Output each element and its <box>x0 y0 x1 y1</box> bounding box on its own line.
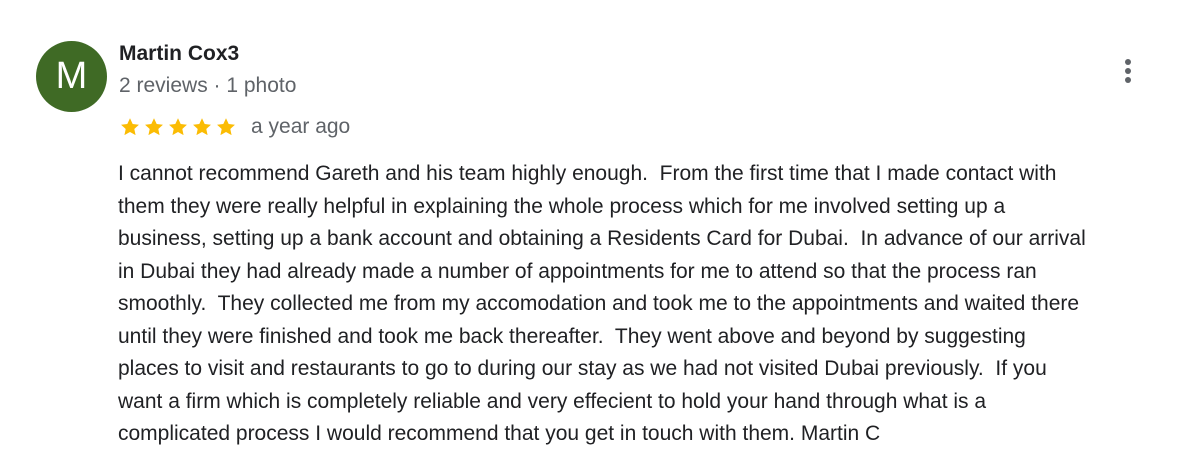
star-icon <box>217 118 235 136</box>
more-vert-icon <box>1125 59 1131 83</box>
star-icon <box>145 118 163 136</box>
star-rating <box>119 116 237 138</box>
review-text: I cannot recommend Gareth and his team h… <box>118 158 1193 451</box>
review-text-line: places to visit and restaurants to go to… <box>118 357 1047 380</box>
author-name[interactable]: Martin Cox3 <box>119 42 239 66</box>
review-card: M Martin Cox3 2 reviews · 1 photo a year… <box>0 0 1200 455</box>
review-text-line: them they were really helpful in explain… <box>118 194 1006 218</box>
more-options-button[interactable] <box>1112 52 1144 90</box>
review-text-line: business, setting up a bank account and … <box>118 227 1086 250</box>
author-meta[interactable]: 2 reviews · 1 photo <box>119 74 296 98</box>
review-text-line: until they were finished and took me bac… <box>118 324 1026 348</box>
review-time: a year ago <box>251 115 351 138</box>
review-text-line: complicated process I would recommend th… <box>118 422 881 445</box>
avatar[interactable]: M <box>36 41 107 112</box>
review-text-line: want a firm which is completely reliable… <box>118 389 987 413</box>
review-text-line: smoothly. They collected me from my acco… <box>118 292 1080 315</box>
review-text-line: I cannot recommend Gareth and his team h… <box>118 162 1057 185</box>
star-icon <box>121 118 139 136</box>
review-text-line: in Dubai they had already made a number … <box>118 259 1037 283</box>
rating-row: a year ago <box>119 113 350 141</box>
star-icon <box>169 118 187 136</box>
star-icon <box>193 118 211 136</box>
